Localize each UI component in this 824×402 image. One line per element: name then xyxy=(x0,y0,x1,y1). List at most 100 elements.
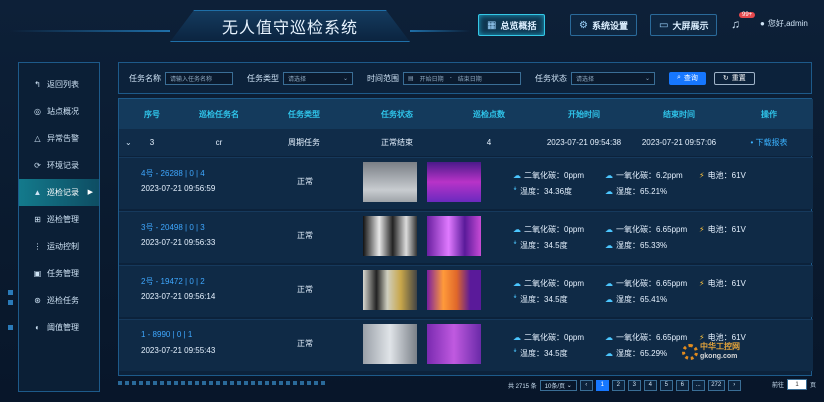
watermark: 中华工控网 gkong.com xyxy=(700,342,740,362)
end-date-placeholder: 结束日期 xyxy=(457,76,482,83)
thermometer-icon: ꜜ xyxy=(513,349,517,358)
co-icon: ☁ xyxy=(605,279,613,288)
thermometer-icon: ꜜ xyxy=(513,241,517,250)
co2-reading: ☁ 二氧化碳：0ppm xyxy=(513,225,585,234)
humidity-icon: ☁ xyxy=(605,295,613,304)
co-icon: ☁ xyxy=(605,225,613,234)
date-range-picker[interactable]: ▤ 开始日期 - 结束日期 xyxy=(403,71,521,85)
task-type-select[interactable]: 请选择 ⌄ xyxy=(283,71,353,85)
row-task-type: 周期任务 xyxy=(288,138,320,147)
goto-input[interactable]: 1 xyxy=(787,379,808,390)
record-name[interactable]: 3号 - 20498 | 0 | 3 xyxy=(141,222,205,233)
battery-reading: ⚡ 电池：61V xyxy=(699,279,746,288)
page-button-2[interactable]: 2 xyxy=(611,379,625,391)
page-button-4[interactable]: 4 xyxy=(643,379,657,391)
list-item: 4号 - 26288 | 0 | 4 2023-07-21 09:56:59 正… xyxy=(119,157,813,209)
page-size-select[interactable]: 10条/页 ⌄ xyxy=(539,379,577,391)
row-end-time: 2023-07-21 09:57:06 xyxy=(641,138,717,147)
page-button-6[interactable]: 6 xyxy=(675,379,689,391)
co-reading: ☁ 一氧化碳：6.65ppm xyxy=(605,225,688,234)
prev-page-button[interactable]: ‹ xyxy=(579,379,593,391)
back-icon: ↰ xyxy=(34,79,41,89)
overview-button[interactable]: ▦ 总览概括 xyxy=(478,14,546,36)
user-menu[interactable]: ● 您好,admin xyxy=(760,18,808,29)
task-type-label: 任务类型 xyxy=(247,73,279,83)
camera-snapshot[interactable] xyxy=(363,324,417,364)
reset-label: 重置 xyxy=(731,75,746,82)
row-task-name: cr xyxy=(215,138,223,147)
sidebar-decoration xyxy=(8,290,13,295)
co2-icon: ☁ xyxy=(513,171,521,180)
sidebar-item-label: 站点概况 xyxy=(47,106,79,116)
thermometer-icon: ꜜ xyxy=(513,187,517,196)
record-time: 2023-07-21 09:56:14 xyxy=(141,292,216,301)
sidebar-decoration xyxy=(8,325,13,330)
start-date-placeholder: 开始日期 xyxy=(419,76,444,83)
bell-icon[interactable]: ♫ xyxy=(731,17,740,31)
temperature-reading: ꜜ 温度：34.5度 xyxy=(513,349,568,358)
location-icon: ◎ xyxy=(34,106,41,116)
pagination: 共 2715 条 10条/页 ⌄ ‹ 1 2 3 4 5 6 ... 272 › xyxy=(508,379,741,391)
page-button-3[interactable]: 3 xyxy=(627,379,641,391)
record-status: 正常 xyxy=(297,177,313,186)
watermark-line2: gkong.com xyxy=(700,353,738,360)
camera-snapshot[interactable] xyxy=(363,270,417,310)
task-type-value: 请选择 xyxy=(288,76,307,83)
camera-snapshot[interactable] xyxy=(363,216,417,256)
user-icon: ● xyxy=(760,19,765,28)
task-status-select[interactable]: 请选择 ⌄ xyxy=(571,71,655,85)
header-decoration-right xyxy=(410,30,470,32)
chevron-down-icon[interactable]: ⌄ xyxy=(125,138,132,147)
record-name[interactable]: 4号 - 26288 | 0 | 4 xyxy=(141,168,205,179)
row-task-status: 正常结束 xyxy=(381,138,413,147)
monitor-icon: ▭ xyxy=(659,19,669,31)
gear-icon: ⚙ xyxy=(579,19,588,31)
page-size-value: 10条/页 xyxy=(544,383,566,390)
thermal-snapshot[interactable] xyxy=(427,270,481,310)
settings-button[interactable]: ⚙ 系统设置 xyxy=(570,14,637,36)
sidebar-item-threshold[interactable]: ◐ 阈值管理 xyxy=(19,314,99,341)
thermal-snapshot[interactable] xyxy=(427,216,481,256)
sidebar-item-site-overview[interactable]: ◎ 站点概况 xyxy=(19,98,99,125)
inspection-record-icon: ▲ xyxy=(33,187,42,197)
col-task-name: 巡检任务名 xyxy=(199,109,239,119)
bigscreen-button[interactable]: ▭ 大屏展示 xyxy=(650,14,718,36)
sidebar-item-task-manage[interactable]: ▣ 任务管理 xyxy=(19,260,99,287)
query-button[interactable]: ⌕ 查询 xyxy=(669,71,706,85)
environment-icon: ⟳ xyxy=(34,160,41,170)
sidebar-item-environment[interactable]: ⟳ 环境记录 xyxy=(19,152,99,179)
task-name-input[interactable]: 请输入任务名称 xyxy=(165,71,233,85)
sidebar-item-label: 巡检记录 xyxy=(47,187,79,197)
camera-snapshot[interactable] xyxy=(363,162,417,202)
record-name[interactable]: 2号 - 19472 | 0 | 2 xyxy=(141,276,205,287)
thermal-snapshot[interactable] xyxy=(427,324,481,364)
table-row[interactable]: ⌄ 3 cr 周期任务 正常结束 4 2023-07-21 09:54:38 2… xyxy=(119,129,813,156)
page-ellipsis[interactable]: ... xyxy=(691,379,705,391)
sidebar-item-inspection-record[interactable]: ▲ 巡检记录 ▶ xyxy=(19,179,99,206)
chevron-down-icon: ⌄ xyxy=(644,75,650,82)
reset-button[interactable]: ↻ 重置 xyxy=(713,71,755,85)
task-status-label: 任务状态 xyxy=(535,73,567,83)
sidebar-item-label: 任务管理 xyxy=(47,268,79,278)
co2-icon: ☁ xyxy=(513,333,521,342)
calendar-icon: ▤ xyxy=(408,75,414,82)
page-button-5[interactable]: 5 xyxy=(659,379,673,391)
sidebar-item-patrol-task[interactable]: ⊛ 巡检任务 xyxy=(19,287,99,314)
total-count: 共 2715 条 xyxy=(508,383,537,390)
next-page-button[interactable]: › xyxy=(727,379,741,391)
record-time: 2023-07-21 09:56:33 xyxy=(141,238,216,247)
page-button-last[interactable]: 272 xyxy=(707,379,725,391)
horizontal-scrollbar[interactable] xyxy=(118,381,338,385)
download-report-link[interactable]: • 下载报表 xyxy=(739,137,799,148)
thermal-snapshot[interactable] xyxy=(427,162,481,202)
humidity-reading: ☁ 湿度：65.21% xyxy=(605,187,668,196)
record-name[interactable]: 1 - 8990 | 0 | 1 xyxy=(141,330,192,339)
sidebar-item-motion-control[interactable]: ⋮ 运动控制 xyxy=(19,233,99,260)
page-button-1[interactable]: 1 xyxy=(595,379,609,391)
sidebar-item-inspection-manage[interactable]: ⊞ 巡检管理 xyxy=(19,206,99,233)
sidebar-item-back[interactable]: ↰ 返回列表 xyxy=(19,71,99,98)
manage-icon: ⊞ xyxy=(34,214,41,224)
sidebar-item-alarms[interactable]: △ 异常告警 xyxy=(19,125,99,152)
col-start-time: 开始时间 xyxy=(568,109,600,119)
co2-reading: ☁ 二氧化碳：0ppm xyxy=(513,279,585,288)
